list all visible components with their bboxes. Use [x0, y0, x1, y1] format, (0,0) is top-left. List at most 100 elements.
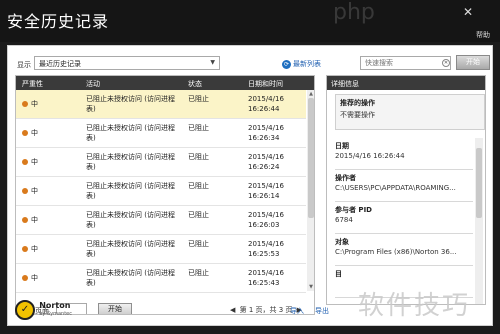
time-cell: 16:26:24 [248, 163, 280, 171]
detail-label: 对象 [335, 238, 349, 246]
date-cell: 2015/4/16 [248, 240, 284, 248]
refresh-icon: ⟳ [282, 59, 291, 69]
detail-label: 日期 [335, 142, 349, 150]
first-page-icon[interactable]: ◀ [230, 306, 235, 314]
activity-cell: 已阻止未授权访问 (访问进程表) [86, 153, 175, 171]
status-cell: 已阻止 [188, 95, 209, 103]
activity-cell: 已阻止未授权访问 (访问进程表) [86, 124, 175, 142]
table-row[interactable]: 中 已阻止未授权访问 (访问进程表) 已阻止 2015/4/16 16:26:44 [16, 90, 306, 119]
time-cell: 16:26:03 [248, 221, 280, 229]
brand-name: Norton [39, 301, 71, 310]
severity-cell: 中 [22, 128, 38, 138]
column-status[interactable]: 状态 [188, 79, 202, 89]
table-scrollbar[interactable]: ▲ ▼ [307, 90, 314, 291]
activity-cell: 已阻止未授权访问 (访问进程表) [86, 211, 175, 229]
severity-text: 中 [31, 187, 38, 195]
recommended-action: 推荐的操作 不需要操作 [335, 94, 485, 130]
severity-cell: 中 [22, 273, 38, 283]
date-cell: 2015/4/16 [248, 211, 284, 219]
watermark-side: php [333, 0, 375, 25]
activity-cell: 已阻止未授权访问 (访问进程表) [86, 182, 175, 200]
scroll-up-icon[interactable]: ▲ [307, 90, 314, 98]
date-cell: 2015/4/16 [248, 269, 284, 277]
table-row[interactable]: 中 已阻止未授权访问 (访问进程表) 已阻止 2015/4/16 16:26:34 [16, 119, 306, 148]
status-cell: 已阻止 [188, 124, 209, 132]
clear-search-icon[interactable]: ✕ [442, 59, 450, 67]
severity-text: 中 [31, 158, 38, 166]
time-cell: 16:26:44 [248, 105, 280, 113]
severity-cell: 中 [22, 99, 38, 109]
detail-item: 操作者 C:\USERS\PC\APPDATA\ROAMING... [335, 170, 473, 202]
table-body: 中已阻止未授权访问 (访问进程表) 已阻止 2015/4/16 16:26:44 中已阻… [16, 90, 306, 293]
details-scrollbar[interactable] [475, 138, 483, 304]
date-cell: 2015/4/16 [248, 124, 284, 132]
status-cell: 已阻止 [188, 269, 209, 277]
severity-dot-icon [22, 188, 28, 194]
pager-text: 第 1 页，共 3 页 [239, 306, 293, 314]
table-row[interactable]: 中 已阻止未授权访问 (访问进程表) 已阻止 2015/4/16 16:25:53 [16, 235, 306, 264]
watermark-text: 软件技巧 [358, 291, 471, 321]
detail-label: 参与者 PID [335, 206, 372, 214]
detail-item: 参与者 PID 6784 [335, 202, 473, 234]
detail-value: C:\USERS\PC\APPDATA\ROAMING... [335, 184, 456, 192]
refresh-label: 最新列表 [293, 60, 321, 68]
brand-sub: by Symantec [39, 311, 72, 317]
recommend-value: 不需要操作 [340, 111, 375, 119]
table-header: 严重性 活动 状态 日期和时间 [16, 76, 314, 90]
table-row[interactable]: 中 已阻止未授权访问 (访问进程表) 已阻止 2015/4/16 16:26:14 [16, 177, 306, 206]
search-go-button[interactable]: 开始 [456, 55, 490, 70]
help-link[interactable]: 帮助 [476, 30, 490, 40]
scroll-thumb[interactable] [308, 98, 314, 218]
activity-cell: 已阻止未授权访问 (访问进程表) [86, 269, 175, 287]
severity-cell: 中 [22, 186, 38, 196]
date-cell: 2015/4/16 [248, 95, 284, 103]
details-scroll-thumb[interactable] [476, 148, 482, 218]
search-input[interactable] [360, 56, 451, 70]
show-label: 显示 [17, 61, 31, 69]
export-link[interactable]: 导出 [315, 306, 329, 316]
filter-value: 最近历史记录 [39, 60, 81, 68]
checkmark-icon: ✓ [15, 300, 35, 320]
date-cell: 2015/4/16 [248, 182, 284, 190]
chevron-down-icon: ▼ [210, 59, 215, 66]
severity-cell: 中 [22, 244, 38, 254]
severity-text: 中 [31, 245, 38, 253]
time-cell: 16:26:34 [248, 134, 280, 142]
close-icon[interactable]: ✕ [462, 6, 474, 18]
table-row[interactable]: 中 已阻止未授权访问 (访问进程表) 已阻止 2015/4/16 16:26:24 [16, 148, 306, 177]
severity-dot-icon [22, 246, 28, 252]
date-cell: 2015/4/16 [248, 153, 284, 161]
details-header: 详细信息 [327, 76, 485, 90]
column-severity[interactable]: 严重性 [22, 79, 43, 89]
details-panel: 详细信息 推荐的操作 不需要操作 日期 2015/4/16 16:26:44 操作者… [326, 75, 486, 305]
status-cell: 已阻止 [188, 182, 209, 190]
column-activity[interactable]: 活动 [86, 79, 100, 89]
table-row[interactable]: 中 已阻止未授权访问 (访问进程表) 已阻止 2015/4/16 16:26:03 [16, 206, 306, 235]
column-datetime[interactable]: 日期和时间 [248, 79, 283, 89]
severity-cell: 中 [22, 157, 38, 167]
norton-logo: ✓ Norton by Symantec [15, 300, 72, 320]
detail-item: 日期 2015/4/16 16:26:44 [335, 138, 473, 170]
detail-item: 对象 C:\Program Files (x86)\Norton 36... [335, 234, 473, 266]
time-cell: 16:25:43 [248, 279, 280, 287]
severity-dot-icon [22, 130, 28, 136]
severity-text: 中 [31, 274, 38, 282]
severity-cell: 中 [22, 215, 38, 225]
table-row[interactable]: 中 已阻止未授权访问 (访问进程表) 已阻止 2015/4/16 16:25:43 [16, 264, 306, 293]
history-filter-select[interactable]: 最近历史记录 ▼ [34, 56, 220, 70]
status-cell: 已阻止 [188, 211, 209, 219]
status-cell: 已阻止 [188, 153, 209, 161]
severity-dot-icon [22, 159, 28, 165]
title-bar: 安全历史记录 ✕ 帮助 php [0, 0, 500, 42]
main-panel: 显示 最近历史记录 ▼ ⟳最新列表 ✕ 开始 严重性 活动 状态 日期和时间 中… [7, 45, 493, 326]
goto-page-button[interactable]: 开始 [98, 303, 132, 314]
detail-value: 6784 [335, 216, 353, 224]
detail-label: 操作者 [335, 174, 356, 182]
activity-cell: 已阻止未授权访问 (访问进程表) [86, 240, 175, 258]
refresh-button[interactable]: ⟳ 最新列表 [282, 59, 321, 69]
time-cell: 16:26:14 [248, 192, 280, 200]
detail-value: 2015/4/16 16:26:44 [335, 152, 405, 160]
scroll-down-icon[interactable]: ▼ [307, 283, 314, 291]
import-link[interactable]: 导入 [290, 306, 304, 316]
detail-label: 目 [335, 270, 342, 278]
